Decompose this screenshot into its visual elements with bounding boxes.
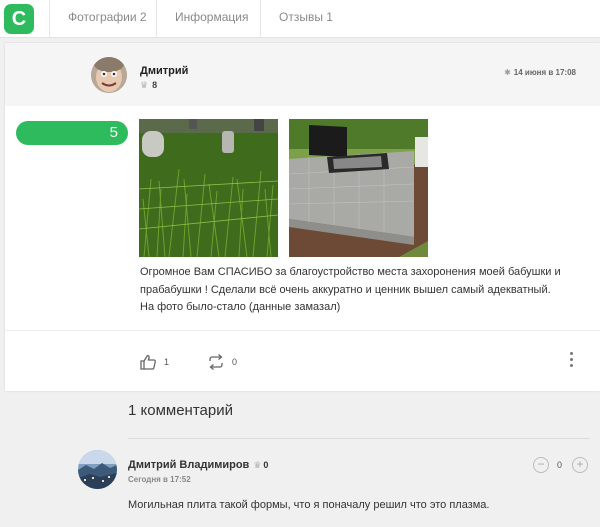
like-count: 1	[164, 357, 170, 367]
app-logo[interactable]: С	[4, 4, 34, 34]
crown-icon: ♛	[253, 460, 262, 470]
comment-text: Могильная плита такой формы, что я понач…	[128, 499, 490, 511]
comment-author-name[interactable]: Дмитрий Владимиров	[128, 459, 249, 471]
review-date-text: 14 июня в 17:08	[513, 68, 576, 77]
comment-author-score: 0	[263, 460, 269, 470]
top-navigation: С Фотографии 2 Информация Отзывы 1	[0, 0, 600, 38]
review-photo-after[interactable]	[289, 119, 428, 257]
share-button[interactable]: 0	[207, 353, 237, 373]
review-card: Дмитрий ♛ 8 ✱ 14 июня в 17:08 5 Огромное…	[5, 43, 600, 391]
commenter-avatar[interactable]	[78, 450, 117, 489]
tab-information[interactable]: Информация	[156, 0, 260, 38]
rating-value: 5	[109, 124, 118, 141]
author-score-value: 8	[152, 80, 158, 90]
more-options-icon[interactable]	[568, 352, 574, 372]
plus-icon: +	[576, 457, 584, 471]
crown-icon: ♛	[140, 80, 149, 90]
review-header: Дмитрий ♛ 8 ✱ 14 июня в 17:08	[5, 43, 600, 106]
like-button[interactable]: 1	[139, 353, 169, 373]
upvote-button[interactable]: +	[572, 457, 588, 473]
review-text: Огромное Вам СПАСИБО за благоустройство …	[140, 264, 580, 317]
share-count: 0	[232, 357, 238, 367]
author-score: ♛ 8	[140, 80, 157, 91]
comments-title: 1 комментарий	[128, 402, 233, 419]
comment-time: Сегодня в 17:52	[128, 475, 191, 484]
tab-reviews[interactable]: Отзывы 1	[260, 0, 360, 38]
tab-photos[interactable]: Фотографии 2	[49, 0, 155, 38]
review-photo-before[interactable]	[139, 119, 278, 257]
rating-bar: 5	[16, 121, 128, 145]
repost-icon	[209, 354, 223, 370]
review-text-line: прабабушки ! Сделали всё очень аккуратно…	[140, 283, 551, 296]
android-icon: ✱	[504, 68, 511, 77]
author-avatar[interactable]	[91, 57, 127, 93]
comment-votes: 0	[557, 460, 563, 470]
review-text-line: На фото было-стало (данные замазал)	[140, 301, 341, 313]
review-date: ✱ 14 июня в 17:08	[504, 68, 576, 77]
divider	[5, 330, 600, 331]
comment-author: Дмитрий Владимиров ♛ 0	[128, 459, 268, 471]
downvote-button[interactable]: −	[533, 457, 549, 473]
review-text-line: Огромное Вам СПАСИБО за благоустройство …	[140, 266, 561, 278]
minus-icon: −	[537, 457, 545, 471]
divider	[128, 438, 590, 439]
thumbs-up-icon	[140, 354, 156, 370]
author-name[interactable]: Дмитрий	[140, 65, 188, 77]
